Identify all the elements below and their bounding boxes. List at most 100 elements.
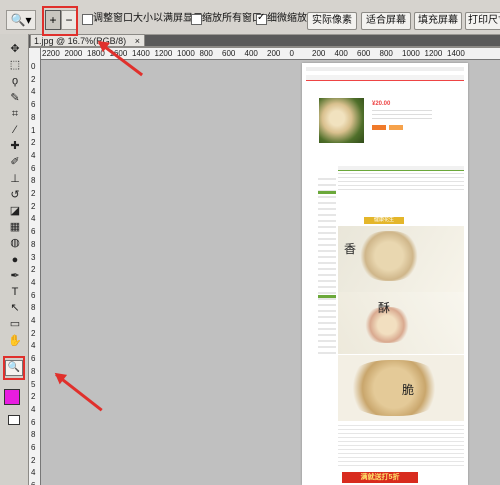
eyedropper-tool-icon[interactable]: ⁄	[7, 123, 23, 137]
blur-tool-icon[interactable]: ◍	[7, 236, 23, 250]
ruler-tick-label: 6	[31, 163, 36, 173]
ruler-tick-label: 6	[31, 354, 36, 364]
ruler-tick-label: 2	[31, 392, 36, 402]
ruler-tick-label: 4	[31, 468, 36, 478]
foreground-color-swatch[interactable]	[4, 389, 20, 405]
scrubby-zoom-checkbox[interactable]	[256, 12, 267, 25]
image-sidebar	[318, 178, 336, 358]
image-word-fragrant: 香	[344, 242, 357, 256]
shape-tool-icon[interactable]: ▭	[7, 317, 23, 331]
ruler-tick-label: 8	[31, 303, 36, 313]
ruler-tick-label: 2	[31, 74, 36, 84]
ruler-tick-label: 8	[31, 239, 36, 249]
path-select-tool-icon[interactable]: ↖	[7, 301, 23, 315]
resize-windows-label: 调整窗口大小以满屏显示	[93, 13, 203, 24]
ruler-tick-label: 8	[31, 176, 36, 186]
healing-brush-tool-icon[interactable]: ✚	[7, 139, 23, 153]
type-tool-icon[interactable]: T	[7, 285, 23, 299]
ruler-tick-label: 1000	[177, 49, 195, 58]
ruler-tick-label: 4	[31, 87, 36, 97]
image-sidebar-green-2	[318, 295, 336, 298]
hand-tool-icon[interactable]: ✋	[7, 334, 23, 348]
crop-tool-icon[interactable]: ⌗	[7, 107, 23, 121]
ruler-tick-label: 6	[31, 443, 36, 452]
ruler-tick-label: 2	[31, 265, 36, 275]
ruler-tick-label: 2000	[64, 49, 83, 58]
image-detail-text	[338, 173, 464, 193]
document-image[interactable]: ¥20.00 健康花生 香 酥 脆 满就送打5折	[302, 63, 468, 485]
ruler-tick-label: 4	[31, 341, 36, 351]
ruler-tick-label: 200	[312, 49, 326, 58]
zoom-all-windows-label: 缩放所有窗口	[202, 13, 262, 24]
dodge-tool-icon[interactable]: ●	[7, 253, 23, 267]
resize-windows-checkbox[interactable]	[82, 14, 93, 25]
ruler-tick-label: 1200	[154, 49, 173, 58]
ruler-tick-label: 6	[31, 100, 36, 110]
gradient-tool-icon[interactable]: ▦	[7, 220, 23, 234]
actual-pixels-button[interactable]: 实际像素	[307, 12, 357, 30]
ruler-tick-label: 2	[31, 138, 36, 148]
ruler-tick-label: 1200	[424, 49, 443, 58]
tools-panel: ✥ ⬚ ϙ ✎ ⌗ ⁄ ✚ ✐ ⊥ ↺ ◪ ▦ ◍ ● ✒ T ↖ ▭ ✋ 🔍	[0, 34, 29, 485]
quick-mask-icon[interactable]	[8, 415, 20, 425]
move-tool-icon[interactable]: ✥	[7, 42, 23, 56]
ruler-tick-label: 6	[31, 481, 35, 485]
lasso-tool-icon[interactable]: ϙ	[7, 74, 23, 88]
ruler-tick-label: 4	[31, 150, 36, 160]
ruler-tick-label: 800	[379, 49, 393, 58]
zoom-all-windows-checkbox[interactable]	[191, 14, 202, 25]
ruler-tick-label: 6	[31, 417, 36, 427]
image-word-crunchy: 脆	[402, 383, 415, 397]
highlight-zoom-buttons	[42, 6, 78, 36]
ruler-tick-label: 400	[334, 49, 348, 58]
ruler-tick-label: 4	[31, 277, 36, 287]
ruler-tick-label: 8	[31, 366, 36, 376]
image-text-block	[338, 425, 464, 467]
image-buy-button	[372, 125, 386, 130]
image-nav-bar	[306, 75, 464, 81]
image-peanuts-1	[358, 231, 420, 281]
image-banner-title: 健康花生	[364, 217, 404, 224]
ruler-tick-label: 1	[31, 125, 36, 135]
print-size-button[interactable]: 打印尺寸	[465, 12, 500, 30]
quick-select-tool-icon[interactable]: ✎	[7, 91, 23, 105]
image-promo-banner: 满就送打5折	[342, 472, 418, 483]
vertical-ruler[interactable]: 0 2 4 6 8 1 2 4 6 8 2 2 4 6 8 3 2 4 6 8 4 2 4 6 8 5 2 4 6 8 6 2 4 6	[29, 48, 41, 485]
close-icon[interactable]: ×	[135, 36, 140, 46]
fill-screen-button[interactable]: 填充屏幕	[414, 12, 462, 30]
image-product-photo	[319, 98, 364, 143]
image-peanuts-3	[344, 360, 444, 416]
ruler-tick-label: 2	[31, 201, 36, 211]
ruler-tick-label: 2	[31, 455, 36, 465]
ruler-tick-label: 600	[357, 49, 371, 58]
pen-tool-icon[interactable]: ✒	[7, 269, 23, 283]
image-cart-button	[389, 125, 403, 130]
ruler-tick-label: 0	[289, 49, 294, 58]
image-word-crisp: 酥	[378, 301, 391, 315]
ruler-tick-label: 0	[31, 62, 36, 71]
eraser-tool-icon[interactable]: ◪	[7, 204, 23, 218]
image-detail-tabs	[338, 166, 464, 171]
image-top-nav	[306, 67, 464, 71]
ruler-tick-label: 8	[31, 430, 36, 440]
ruler-tick-label: 800	[199, 49, 213, 58]
history-brush-tool-icon[interactable]: ↺	[7, 188, 23, 202]
ruler-tick-label: 1400	[447, 49, 465, 58]
ruler-tick-label: 1000	[402, 49, 420, 58]
brush-tool-icon[interactable]: ✐	[7, 155, 23, 169]
zoom-tool-preset-icon[interactable]: 🔍▾	[6, 10, 36, 30]
ruler-tick-label: 6	[31, 290, 36, 300]
ruler-tick-label: 200	[267, 49, 281, 58]
ruler-tick-label: 600	[222, 49, 236, 58]
ruler-tick-label: 6	[31, 227, 36, 237]
clone-stamp-tool-icon[interactable]: ⊥	[7, 172, 23, 186]
image-sidebar-green-1	[318, 191, 336, 194]
ruler-tick-label: 400	[244, 49, 258, 58]
fit-screen-button[interactable]: 适合屏幕	[361, 12, 411, 30]
highlight-zoom-tool	[3, 356, 25, 380]
ruler-tick-label: 3	[31, 252, 36, 262]
marquee-tool-icon[interactable]: ⬚	[7, 58, 23, 72]
image-detail-lines	[372, 110, 432, 122]
ruler-tick-label: 4	[31, 214, 36, 224]
ruler-tick-label: 2200	[42, 49, 60, 58]
